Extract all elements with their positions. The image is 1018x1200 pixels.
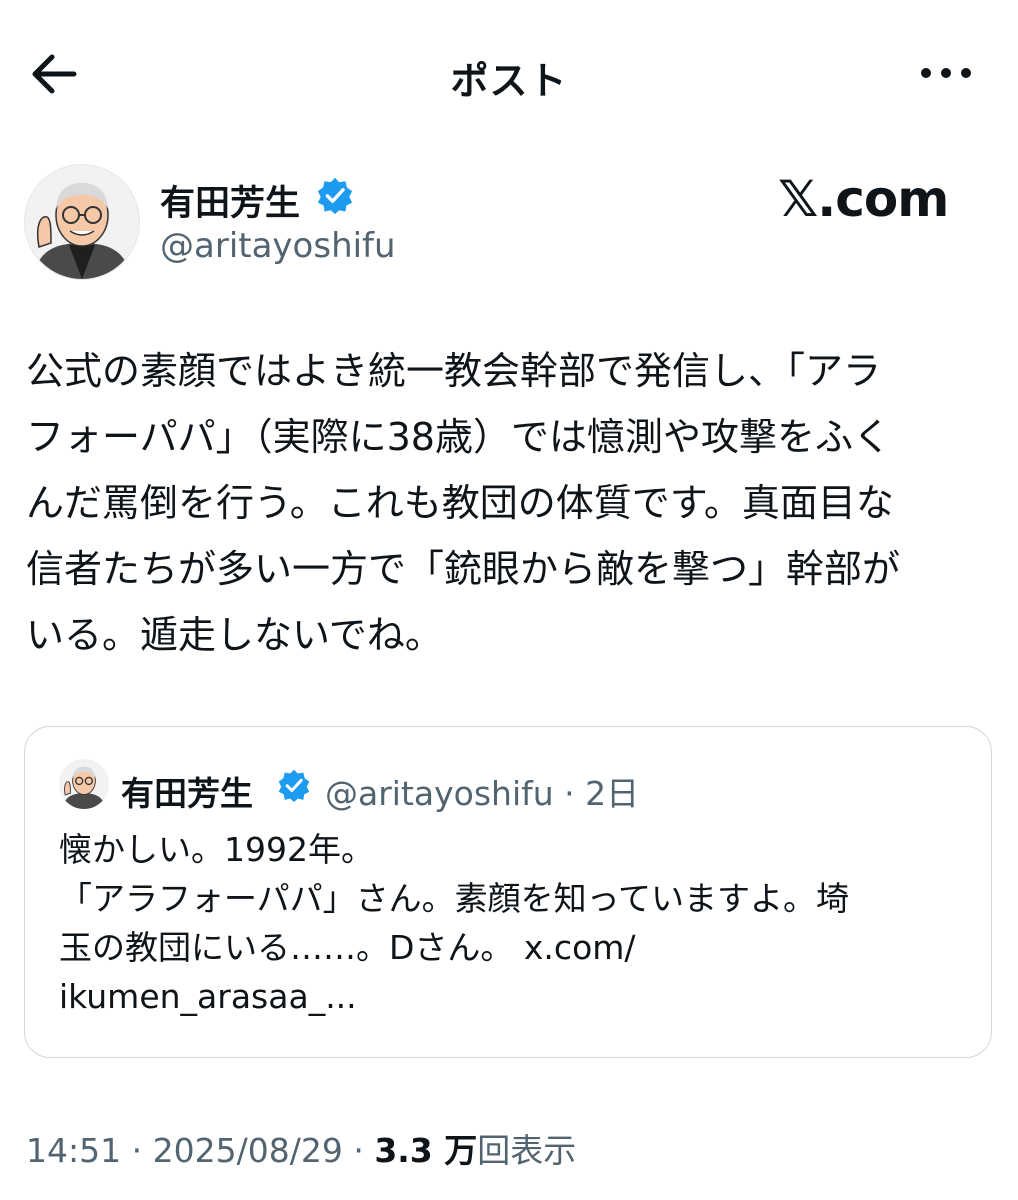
quoted-author-display-name[interactable]: 有田芳生: [121, 767, 253, 815]
avatar-illustration-icon: [59, 759, 109, 809]
quoted-post-time[interactable]: 2日: [585, 774, 639, 813]
page-title: ポスト: [450, 59, 568, 103]
quoted-post-meta: @aritayoshifu · 2日: [325, 767, 639, 815]
meta-separator: ·: [353, 1131, 364, 1170]
view-count[interactable]: 3.3 万: [374, 1131, 477, 1170]
post-time[interactable]: 14:51: [26, 1131, 121, 1170]
verified-badge-icon: [278, 769, 310, 802]
post-metadata: 14:51 · 2025/08/29 · 3.3 万回表示: [26, 1124, 576, 1172]
x-com-watermark: 𝕏.com: [778, 170, 949, 228]
author-handle[interactable]: @aritayoshifu: [160, 226, 396, 266]
post-date[interactable]: 2025/08/29: [153, 1131, 343, 1170]
quoted-post-text: 懐かしい。1992年。 「アラフォーパパ」さん。素顔を知っていますよ。埼 玉の教…: [59, 830, 850, 1016]
author-avatar[interactable]: [24, 164, 140, 280]
more-options-button[interactable]: [916, 58, 976, 88]
avatar-illustration-icon: [25, 165, 139, 279]
more-horizontal-icon: [921, 68, 971, 78]
view-count-label: 回表示: [477, 1131, 577, 1170]
top-bar: ポスト: [0, 0, 1018, 150]
author-display-name[interactable]: 有田芳生: [160, 175, 300, 226]
meta-separator: ·: [131, 1131, 143, 1170]
quoted-author-handle[interactable]: @aritayoshifu: [325, 774, 554, 813]
meta-separator: ·: [564, 774, 575, 813]
quoted-author-avatar[interactable]: [59, 759, 109, 809]
verified-badge-icon: [317, 177, 353, 214]
quoted-post-card[interactable]: 有田芳生 @aritayoshifu · 2日 懐かしい。1992年。 「アラフ…: [24, 726, 992, 1058]
post-body-text: 公式の素顔ではよき統一教会幹部で発信し、「アラ フォーパパ」（実際に38歳）では…: [26, 349, 901, 657]
